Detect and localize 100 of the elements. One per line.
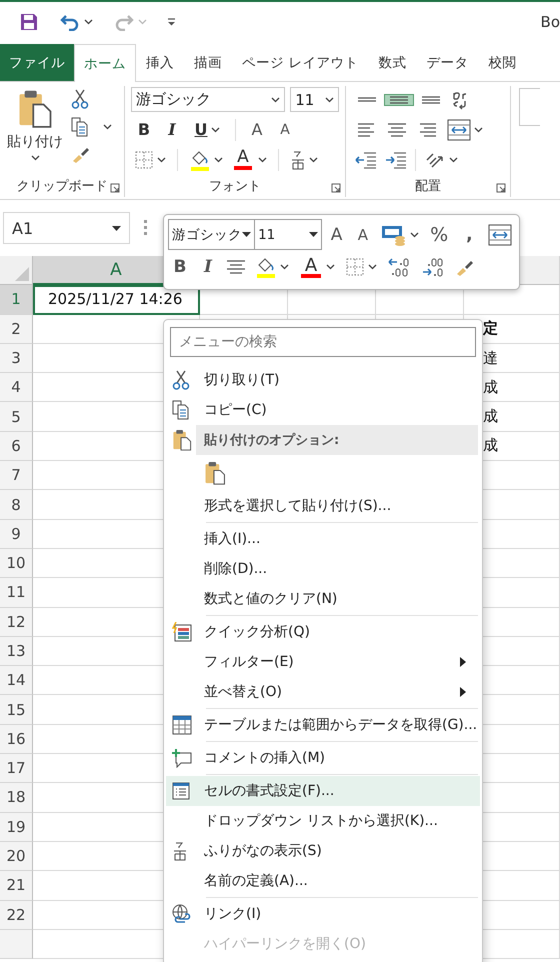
borders-icon [345,257,365,277]
row-header: 1 [0,285,33,315]
row-header: 14 [0,666,33,696]
row-header: 11 [0,578,33,608]
menu-item[interactable]: コピー(C) [166,395,480,425]
phonetic-guide-icon [172,841,188,861]
row-header: 8 [0,490,33,520]
menu-item[interactable]: 数式と値のクリア(N) [166,584,480,614]
group-label: フォント [209,178,261,195]
row-header: 18 [0,783,33,813]
ribbon-tab[interactable]: ホーム [74,44,136,82]
row-header: 3 [0,344,33,374]
caret-icon [410,232,419,238]
row-header: 2 [0,314,33,344]
row-header: 21 [0,871,33,901]
caret-icon [308,232,318,237]
table-cell-text: 成 [482,378,498,397]
menu-item[interactable]: 切り取り(T) [166,365,480,395]
copy-icon [172,400,190,420]
align-left-icon [358,122,374,136]
menu-item[interactable]: リンク(I) [166,899,480,929]
window-title: Bo [540,13,560,31]
menu-search-field[interactable]: メニューの検索 [170,327,476,357]
clipboard-icon [204,460,226,486]
caret-icon [309,156,318,162]
grow-font-button[interactable]: A [244,118,270,142]
table-cell-text: 定 [482,319,498,338]
percent-button[interactable]: % [424,220,454,248]
caret-icon [84,19,93,25]
row-header: 12 [0,608,33,637]
menu-item[interactable]: コメントの挿入(M) [166,743,480,773]
row-header: 5 [0,402,33,432]
menu-item[interactable]: セルの書式設定(F)... [166,776,480,806]
ribbon-tab[interactable]: 数式 [368,44,416,81]
font-color-button[interactable]: A [296,256,338,278]
comment-icon [172,748,192,768]
ribbon-tab[interactable]: ページ レイアウト [232,44,368,81]
table-cell-text: 2025/11/27 14:26 [47,290,182,308]
font-name-field[interactable]: 游ゴシック [131,87,286,112]
table-icon [172,715,192,735]
menu-item[interactable]: ふりがなの表示(S) [166,836,480,866]
row-header [0,930,33,960]
borders-icon [134,150,154,170]
menu-section-header: 貼り付けのオプション: [196,425,478,455]
menu-item[interactable]: テーブルまたは範囲からデータを取得(G)... [166,710,480,740]
shrink-font-button[interactable]: A [351,220,375,248]
grow-font-button[interactable]: A [324,220,348,248]
underline-button[interactable]: U [187,118,227,142]
menu-item[interactable]: 削除(D)... [166,554,480,584]
scissors-icon [172,370,190,390]
file-tab[interactable]: ファイル [0,44,74,81]
caret-icon [242,232,252,237]
menu-item[interactable]: 名前の定義(A)... [166,866,480,896]
ribbon-tab[interactable]: 描画 [184,44,232,81]
row-header: 9 [0,520,33,549]
font-size-field[interactable]: 11 [290,87,339,112]
bold-button[interactable]: B [168,253,192,281]
row-header: 10 [0,548,33,578]
italic-button[interactable]: I [159,118,185,142]
top-align-icon [358,97,376,102]
caret-icon [271,96,280,102]
ribbon-tab[interactable]: 校閲 [478,44,526,81]
number-format-field[interactable] [519,88,540,126]
select-all-icon [15,267,29,282]
center-button[interactable] [224,259,248,275]
paste-option-button[interactable] [204,460,226,486]
name-box[interactable]: A1 [3,212,130,244]
row-header: 15 [0,695,33,725]
menu-item[interactable]: 挿入(I)... [166,524,480,554]
menu-item[interactable]: ドロップダウン リストから選択(K)... [166,806,480,836]
row-header: 20 [0,842,33,872]
middle-align-button[interactable] [384,94,414,106]
font-size-field[interactable]: 11 [254,219,322,250]
comma-button[interactable]: , [456,220,482,248]
menu-item[interactable]: 並べ替え(O) [166,677,480,707]
ribbon-tab[interactable]: 挿入 [136,44,184,81]
redo-icon [113,13,135,31]
accounting-format-icon [380,224,407,246]
caret-icon [210,126,220,132]
caret-icon [474,126,483,132]
font-name-field[interactable]: 游ゴシック [168,219,256,250]
font-color-button[interactable]: A [228,148,270,171]
caret-icon [325,96,334,102]
submenu-arrow-icon [460,657,466,667]
ribbon-tab[interactable]: データ [416,44,478,81]
submenu-arrow-icon [460,687,466,697]
link-icon [172,904,192,924]
bottom-align-icon [422,96,440,104]
merge-cells-icon [488,224,512,246]
shrink-font-button[interactable]: A [272,118,298,142]
menu-item[interactable]: 形式を選択して貼り付け(S)... [166,491,480,521]
decrease-decimal-icon [421,257,445,277]
bold-button[interactable]: B [131,118,157,142]
clipboard-icon [172,429,192,451]
menu-item[interactable]: クイック分析(Q) [166,617,480,647]
menu-item[interactable]: フィルター(E) [166,647,480,677]
row-header: 17 [0,754,33,784]
paste-button[interactable]: 貼り付け [6,86,64,175]
paintbrush-icon [71,145,91,163]
caret-icon [103,124,112,130]
